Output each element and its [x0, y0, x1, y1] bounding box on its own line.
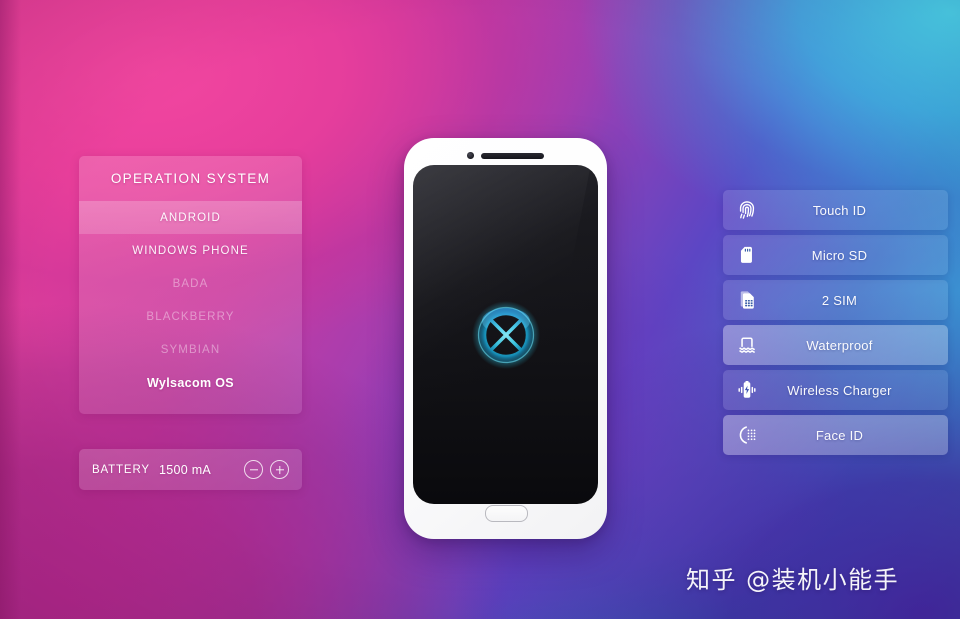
battery-stepper-group — [244, 460, 289, 479]
phone-top-bar — [404, 149, 607, 162]
os-option-label: ANDROID — [160, 211, 221, 224]
os-option-symbian[interactable]: SYMBIAN — [79, 333, 302, 366]
os-option-android[interactable]: ANDROID — [79, 201, 302, 234]
feature-label: 2 SIM — [821, 292, 858, 308]
os-option-wylsacom-os[interactable]: Wylsacom OS — [79, 366, 302, 399]
feature-row-face-id[interactable]: Face ID — [723, 415, 948, 455]
feature-label: Touch ID — [812, 202, 867, 218]
feature-row-waterproof[interactable]: Waterproof — [723, 325, 948, 365]
os-option-label: BLACKBERRY — [146, 310, 235, 323]
feature-row-wireless-charger[interactable]: Wireless Charger — [723, 370, 948, 410]
wireless-charger-icon — [734, 377, 760, 403]
waterproof-icon — [734, 332, 760, 358]
face-id-icon — [734, 422, 760, 448]
sd-card-icon — [734, 242, 760, 268]
os-option-label: WINDOWS PHONE — [132, 244, 249, 257]
front-camera-icon — [467, 152, 474, 159]
os-option-blackberry[interactable]: BLACKBERRY — [79, 300, 302, 333]
minus-circle-icon[interactable] — [244, 460, 263, 479]
watermark-text: 知乎 @装机小能手 — [686, 566, 900, 594]
phone-mockup — [404, 138, 607, 539]
feature-row-2-sim[interactable]: 2 SIM — [723, 280, 948, 320]
fingerprint-icon — [734, 197, 760, 223]
battery-value: 1500 mA — [158, 462, 212, 477]
home-button-icon[interactable] — [485, 505, 528, 522]
plus-circle-icon[interactable] — [270, 460, 289, 479]
os-option-label: Wylsacom OS — [147, 375, 234, 390]
feature-label: Wireless Charger — [787, 382, 892, 398]
sim-card-icon — [734, 287, 760, 313]
feature-row-touch-id[interactable]: Touch ID — [723, 190, 948, 230]
os-option-windows-phone[interactable]: WINDOWS PHONE — [79, 234, 302, 267]
app-stage: OPERATION SYSTEM ANDROID WINDOWS PHONE B… — [0, 0, 960, 619]
battery-label: BATTERY — [92, 463, 150, 476]
os-option-bada[interactable]: BADA — [79, 267, 302, 300]
operation-system-panel-title: OPERATION SYSTEM — [110, 171, 271, 186]
feature-row-micro-sd[interactable]: Micro SD — [723, 235, 948, 275]
feature-label: Micro SD — [811, 247, 868, 263]
phone-screen[interactable] — [413, 165, 598, 504]
feature-list: Touch ID Micro SD 2 SIM Waterproof Wirel… — [723, 190, 948, 455]
cyan-orb-logo-icon — [470, 299, 542, 371]
battery-panel: BATTERY 1500 mA — [79, 449, 302, 490]
os-option-label: BADA — [172, 277, 209, 290]
feature-label: Waterproof — [806, 337, 873, 353]
operation-system-panel: OPERATION SYSTEM ANDROID WINDOWS PHONE B… — [79, 156, 302, 414]
feature-label: Face ID — [815, 427, 864, 443]
earpiece-speaker-icon — [480, 152, 544, 159]
os-option-label: SYMBIAN — [160, 343, 221, 356]
